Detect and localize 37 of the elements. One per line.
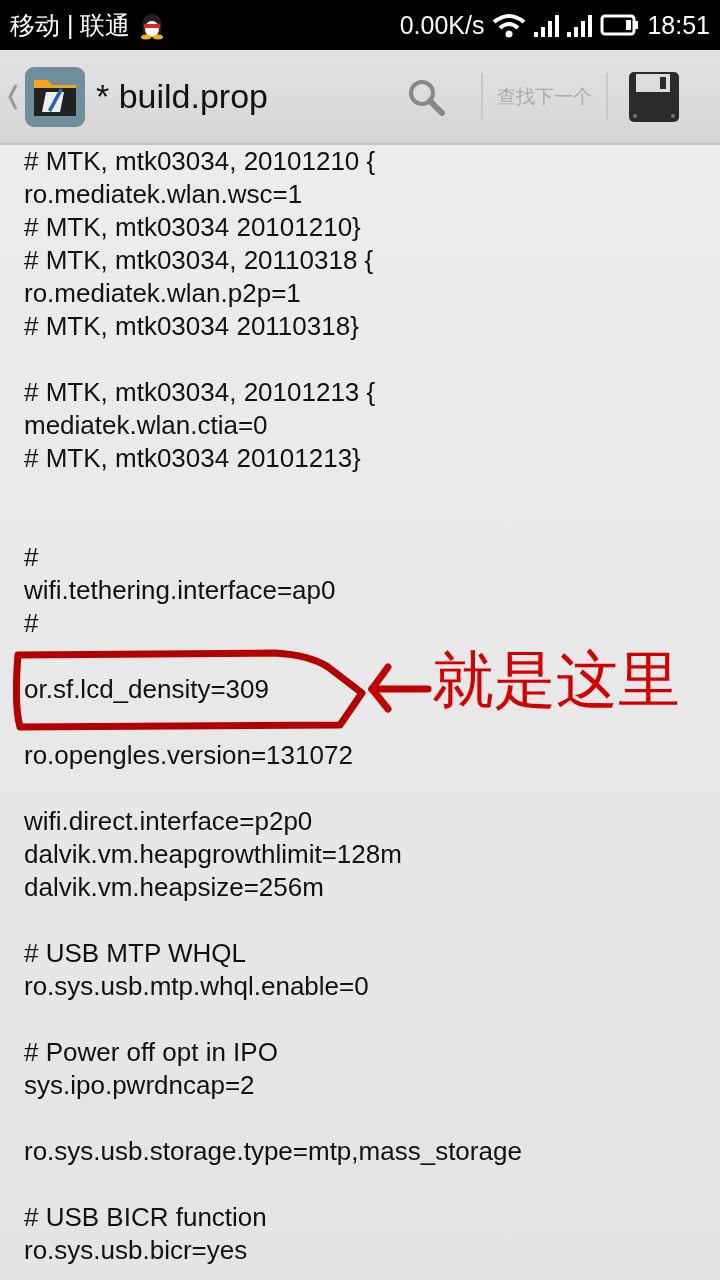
signal-icon <box>534 13 560 37</box>
wifi-icon <box>492 12 527 38</box>
code-line: # USB BICR function <box>24 1202 267 1232</box>
search-icon[interactable] <box>407 77 445 116</box>
code-line: # Power off opt in IPO <box>24 1037 278 1067</box>
battery-icon <box>600 14 640 36</box>
app-icon[interactable] <box>24 65 86 128</box>
code-line: ro.sys.usb.storage.type=mtp,mass_storage <box>24 1136 522 1166</box>
code-line: wifi.direct.interface=p2p0 <box>24 806 313 836</box>
code-line: ro.sys.usb.bicr=yes <box>24 1235 248 1265</box>
code-line: # MTK, mtk03034 20101213} <box>24 443 361 473</box>
annotation-text: 就是这里 <box>432 644 680 716</box>
code-line: # MTK, mtk03034 20110318} <box>24 311 359 341</box>
code-line: ro.opengles.version=131072 <box>24 740 353 770</box>
save-icon[interactable] <box>628 70 680 123</box>
code-line: ro.sys.usb.mtp.whql.enable=0 <box>24 971 369 1001</box>
code-line: ro.mediatek.wlan.p2p=1 <box>24 278 301 308</box>
file-title: * build.prop <box>96 77 269 116</box>
arrow-icon <box>368 661 432 715</box>
code-line: # MTK, mtk03034, 20101213 { <box>24 377 376 407</box>
code-line: or.sf.lcd_density=309 <box>24 674 269 704</box>
code-line: # USB MTP WHQL <box>24 938 246 968</box>
signal-icon <box>567 13 593 37</box>
code-line: dalvik.vm.heapgrowthlimit=128m <box>24 839 402 869</box>
code-line: dalvik.vm.heapsize=256m <box>24 872 324 902</box>
code-line: wifi.tethering.interface=ap0 <box>24 575 336 605</box>
code-line: # MTK, mtk03034, 20101210 { <box>24 146 376 176</box>
code-line: # MTK, mtk03034 20101210} <box>24 212 361 242</box>
code-line: ro.mediatek.wlan.wsc=1 <box>24 179 303 209</box>
carrier-label: 移动 | 联通 <box>10 9 131 41</box>
code-line: mediatek.wlan.ctia=0 <box>24 410 268 440</box>
clock: 18:51 <box>647 10 710 40</box>
code-line: # MTK, mtk03034, 20110318 { <box>24 245 374 275</box>
network-speed: 0.00K/s <box>399 10 485 40</box>
code-line: # <box>24 542 39 572</box>
code-line: # <box>24 608 39 638</box>
code-line: sys.ipo.pwrdncap=2 <box>24 1070 255 1100</box>
